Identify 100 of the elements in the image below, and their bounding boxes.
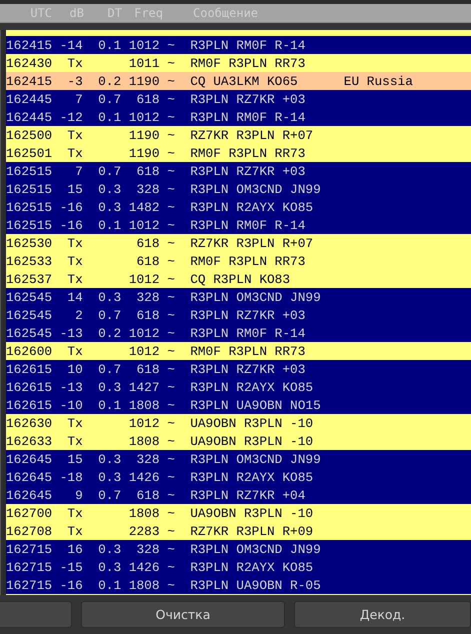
utc-text: 162633 — [6, 434, 52, 448]
message-text: RZ7KR R3PLN R+09 — [190, 524, 314, 538]
message-text: UA9OBN R3PLN -10 — [190, 416, 314, 430]
utc-text: 162600 — [6, 344, 52, 358]
message-row[interactable]: 162630 Tx 1012 ~ UA9OBN R3PLN -10 — [6, 414, 471, 432]
utc-text: 162645 — [6, 470, 52, 484]
message-row[interactable]: 162415 -3 0.2 1190 ~ CQ UA3LKM KO65 EU Russia — [6, 72, 471, 90]
message-row[interactable]: 162445 7 0.7 618 ~ R3PLN RZ7KR +03 — [6, 90, 471, 108]
utc-text: 162700 — [6, 506, 52, 520]
message-row[interactable]: 162645 9 0.7 618 ~ R3PLN RZ7KR +04 — [6, 486, 471, 504]
mode-text: ~ — [167, 326, 175, 340]
db-text: 7 — [74, 164, 83, 178]
message-row[interactable]: 162545 2 0.7 618 ~ R3PLN RZ7KR +03 — [6, 306, 471, 324]
message-text: R3PLN RZ7KR +04 — [190, 488, 306, 502]
freq-text: 1012 — [128, 416, 160, 430]
mode-text: ~ — [167, 74, 175, 88]
message-row[interactable]: 162515 7 0.7 618 ~ R3PLN RZ7KR +03 — [6, 162, 471, 180]
message-row[interactable]: 162515 -16 0.1 1012 ~ R3PLN RM0F R-14 — [6, 216, 471, 234]
mode-text: ~ — [167, 488, 175, 502]
utc-text: 162615 — [6, 398, 52, 412]
dt-text: 0.1 — [98, 38, 122, 52]
dt-text: 0.3 — [98, 560, 122, 574]
utc-text: 162530 — [6, 236, 52, 250]
message-text: UA9OBN R3PLN -10 — [190, 506, 314, 520]
message-row[interactable]: 162501 Tx 1190 ~ RM0F R3PLN RR73 — [6, 144, 471, 162]
message-text: R3PLN R2AYX KO85 — [190, 380, 314, 394]
message-row[interactable]: 162500 Tx 1190 ~ RZ7KR R3PLN R+07 — [6, 126, 471, 144]
db-text: 16 — [66, 542, 83, 556]
message-row[interactable]: 162708 Tx 2283 ~ RZ7KR R3PLN R+09 — [6, 522, 471, 540]
message-text: R3PLN R2AYX KO85 — [190, 470, 314, 484]
message-row[interactable]: 162715 -15 0.3 1426 ~ R3PLN R2AYX KO85 — [6, 558, 471, 576]
message-row[interactable]: 162600 Tx 1012 ~ RM0F R3PLN RR73 — [6, 342, 471, 360]
message-text: RZ7KR R3PLN R+07 — [190, 236, 314, 250]
message-row[interactable]: 162545 14 0.3 328 ~ R3PLN OM3CND JN99 — [6, 288, 471, 306]
message-text: R3PLN RZ7KR +03 — [190, 362, 306, 376]
message-row[interactable]: 162545 -13 0.2 1012 ~ R3PLN RM0F R-14 — [6, 324, 471, 342]
utc-text: 162645 — [6, 488, 52, 502]
db-text: Tx — [66, 344, 83, 358]
message-row[interactable]: 162515 -16 0.3 1482 ~ R3PLN R2AYX KO85 — [6, 198, 471, 216]
utc-text: 162715 — [6, 578, 52, 592]
freq-text: 328 — [135, 542, 160, 556]
dt-text: 0.1 — [98, 110, 122, 124]
mode-text: ~ — [167, 236, 175, 250]
message-text: R3PLN RM0F R-14 — [190, 110, 306, 124]
message-text: RM0F R3PLN RR73 — [190, 146, 306, 160]
message-text: CQ UA3LKM KO65 — [190, 74, 299, 88]
db-text: Tx — [66, 236, 83, 250]
message-text: UA9OBN R3PLN -10 — [190, 434, 314, 448]
mode-text: ~ — [167, 506, 175, 520]
dt-text: 0.1 — [98, 218, 122, 232]
message-row[interactable]: 162415 -14 0.1 1012 ~ R3PLN RM0F R-14 — [6, 36, 471, 54]
message-text: R3PLN RZ7KR +03 — [190, 164, 306, 178]
freq-text: 618 — [135, 254, 160, 268]
message-row[interactable]: 162645 15 0.3 328 ~ R3PLN OM3CND JN99 — [6, 450, 471, 468]
message-row[interactable]: 162615 10 0.7 618 ~ R3PLN RZ7KR +03 — [6, 360, 471, 378]
dt-text: 0.3 — [98, 200, 122, 214]
freq-text: 2283 — [128, 524, 160, 538]
message-text: R3PLN OM3CND JN99 — [190, 290, 322, 304]
utc-text: 162515 — [6, 218, 52, 232]
db-text: 2 — [74, 308, 83, 322]
action-button[interactable]: Очистка — [81, 601, 285, 628]
message-row[interactable]: 162430 Tx 1011 ~ RM0F R3PLN RR73 — [6, 54, 471, 72]
message-row[interactable]: 162615 -13 0.3 1427 ~ R3PLN R2AYX KO85 — [6, 378, 471, 396]
message-row[interactable]: 162530 Tx 618 ~ RZ7KR R3PLN R+07 — [6, 234, 471, 252]
freq-text: 1808 — [128, 578, 160, 592]
mode-text: ~ — [167, 362, 175, 376]
db-text: 10 — [66, 362, 83, 376]
action-button[interactable]: Декод. — [294, 601, 471, 628]
dt-text: 0.7 — [98, 308, 122, 322]
freq-text: 328 — [135, 452, 160, 466]
utc-text: 162515 — [6, 182, 52, 196]
mode-text: ~ — [167, 110, 175, 124]
freq-text: 1426 — [128, 560, 160, 574]
message-row[interactable]: 162537 Tx 1012 ~ CQ R3PLN KO83 — [6, 270, 471, 288]
message-row[interactable]: 162645 -18 0.3 1426 ~ R3PLN R2AYX KO85 — [6, 468, 471, 486]
db-text: 15 — [66, 182, 83, 196]
blank-button[interactable] — [0, 601, 72, 628]
freq-text: 618 — [135, 362, 160, 376]
freq-text: 1012 — [128, 344, 160, 358]
message-row[interactable]: 162715 16 0.3 328 ~ R3PLN OM3CND JN99 — [6, 540, 471, 558]
message-row[interactable]: 162700 Tx 1808 ~ UA9OBN R3PLN -10 — [6, 504, 471, 522]
freq-text: 1427 — [128, 380, 160, 394]
db-text: 7 — [74, 92, 83, 106]
message-row[interactable]: 162533 Tx 618 ~ RM0F R3PLN RR73 — [6, 252, 471, 270]
mode-text: ~ — [167, 56, 175, 70]
message-row[interactable]: 162615 -10 0.1 1808 ~ R3PLN UA9OBN NO15 — [6, 396, 471, 414]
message-row[interactable]: 162515 15 0.3 328 ~ R3PLN OM3CND JN99 — [6, 180, 471, 198]
message-row[interactable]: 162445 -12 0.1 1012 ~ R3PLN RM0F R-14 — [6, 108, 471, 126]
db-text: 14 — [66, 290, 83, 304]
db-text: -13 — [60, 380, 83, 394]
freq-text: 1012 — [128, 272, 160, 286]
message-row[interactable]: 162633 Tx 1808 ~ UA9OBN R3PLN -10 — [6, 432, 471, 450]
mode-text: ~ — [167, 524, 175, 538]
message-row[interactable]: 162715 -16 0.1 1808 ~ R3PLN UA9OBN R-05 — [6, 576, 471, 594]
mode-text: ~ — [167, 182, 175, 196]
message-row[interactable] — [6, 30, 471, 36]
db-text: Tx — [66, 272, 83, 286]
freq-text: 1190 — [128, 74, 160, 88]
message-text: RZ7KR R3PLN R+07 — [190, 128, 314, 142]
country-text: EU Russia — [344, 74, 413, 88]
